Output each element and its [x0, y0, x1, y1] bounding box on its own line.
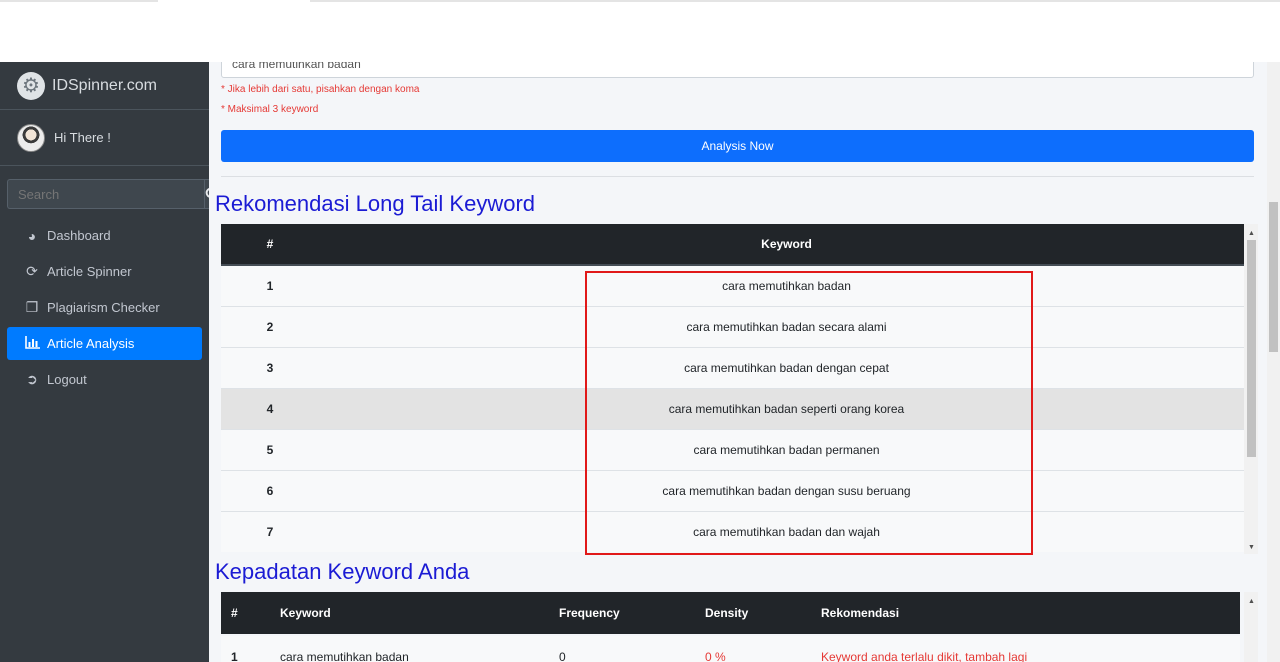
keyword-input[interactable]: cara memutihkan badan [221, 62, 1254, 78]
note-max-keywords: * Maksimal 3 keyword [221, 104, 319, 115]
sidebar-item-article-analysis[interactable]: Article Analysis [7, 327, 202, 360]
user-greeting: Hi There ! [54, 130, 111, 145]
density-title: Kepadatan Keyword Anda [215, 559, 470, 584]
table-row: 1 cara memutihkan badan 0 0 % Keyword an… [221, 636, 1240, 662]
analysis-now-button[interactable]: Analysis Now [221, 130, 1254, 162]
scroll-up-icon[interactable]: ▲ [1248, 598, 1255, 605]
sidebar-item-label: Logout [47, 372, 87, 387]
logout-icon: ➲ [26, 371, 38, 387]
user-panel[interactable]: Hi There ! [0, 110, 209, 166]
table-header: # Keyword [221, 224, 1254, 266]
chart-icon [23, 335, 41, 352]
brand-link[interactable]: ⚙ IDSpinner.com [0, 62, 209, 110]
row-frequency: 0 [559, 650, 566, 662]
sidebar-item-label: Dashboard [47, 228, 111, 243]
row-num: 4 [266, 402, 274, 416]
sidebar-item-plagiarism-checker[interactable]: ❐ Plagiarism Checker [7, 291, 202, 324]
sidebar-item-article-spinner[interactable]: ⟳ Article Spinner [7, 255, 202, 288]
header-frequency: Frequency [559, 606, 620, 620]
row-num: 2 [266, 320, 274, 334]
divider [221, 176, 1254, 177]
row-num: 5 [266, 443, 274, 457]
row-num: 3 [266, 361, 274, 375]
sidebar-nav: ◕ Dashboard ⟳ Article Spinner ❐ Plagiari… [0, 219, 209, 396]
header-density: Density [705, 606, 749, 620]
browser-top-area [0, 0, 1280, 62]
row-num: 7 [266, 525, 274, 539]
note-multiple-keywords: * Jika lebih dari satu, pisahkan dengan … [221, 84, 420, 95]
header-rekomendasi: Rekomendasi [821, 606, 900, 620]
copy-icon: ❐ [25, 299, 39, 315]
header-keyword: Keyword [280, 606, 331, 620]
search-input[interactable] [7, 179, 204, 209]
scroll-down-icon[interactable]: ▼ [1248, 544, 1255, 551]
row-num: 6 [266, 484, 274, 498]
active-tab-indicator [158, 0, 310, 2]
highlight-annotation-box [585, 271, 1033, 555]
density-scrollbar[interactable]: ▲ [1244, 592, 1258, 662]
longtail-scrollbar[interactable]: ▲ ▼ [1244, 224, 1258, 554]
header-num: # [231, 606, 238, 620]
sync-icon: ⟳ [26, 263, 38, 279]
longtail-title: Rekomendasi Long Tail Keyword [215, 191, 535, 216]
header-keyword: Keyword [761, 237, 812, 251]
gear-icon: ⚙ [17, 71, 45, 100]
brand-name: IDSpinner.com [52, 76, 157, 94]
sidebar: ⚙ IDSpinner.com Hi There ! ◕ Dashboard ⟳… [0, 62, 220, 662]
row-keyword: cara memutihkan badan [280, 650, 409, 662]
row-num: 1 [231, 650, 238, 662]
sidebar-item-label: Article Spinner [47, 264, 132, 279]
avatar [17, 123, 45, 152]
page-scrollbar[interactable] [1267, 62, 1280, 662]
density-table-header: # Keyword Frequency Density Rekomendasi [221, 592, 1240, 634]
sidebar-item-dashboard[interactable]: ◕ Dashboard [7, 219, 202, 252]
sidebar-item-label: Plagiarism Checker [47, 300, 160, 315]
sidebar-item-logout[interactable]: ➲ Logout [7, 363, 202, 396]
header-num: # [266, 237, 274, 251]
row-rekomendasi: Keyword anda terlalu dikit, tambah lagi [821, 650, 1028, 662]
row-density: 0 % [705, 650, 726, 662]
sidebar-search [7, 179, 220, 209]
sidebar-item-label: Article Analysis [47, 336, 135, 351]
dashboard-icon: ◕ [27, 227, 37, 244]
page-scrollbar-thumb[interactable] [1269, 202, 1278, 352]
scroll-up-icon[interactable]: ▲ [1248, 230, 1255, 237]
scrollbar-thumb[interactable] [1247, 240, 1256, 457]
row-num: 1 [266, 279, 274, 293]
